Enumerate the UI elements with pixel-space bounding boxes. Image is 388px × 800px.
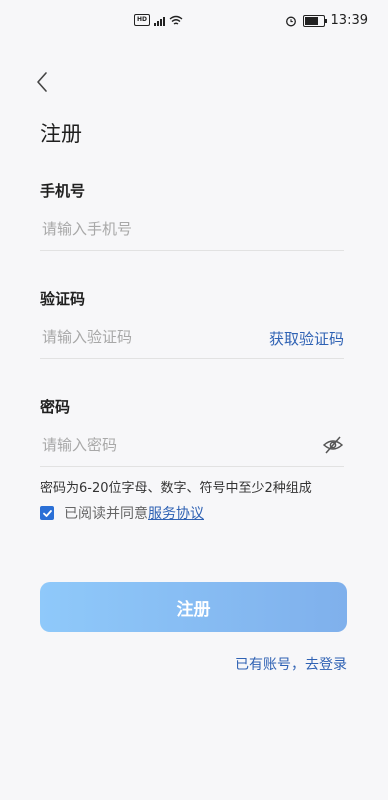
page-title: 注册	[40, 122, 82, 146]
register-button[interactable]: 注册	[40, 582, 347, 632]
service-agreement-link[interactable]: 服务协议	[148, 503, 204, 523]
password-field-row	[40, 426, 344, 467]
agreement-text: 已阅读并同意	[64, 506, 148, 522]
signal-icon	[154, 15, 165, 26]
eye-off-icon[interactable]	[322, 434, 344, 456]
phone-field-row	[40, 210, 344, 251]
hd-icon: HD	[134, 14, 150, 26]
battery-fill	[304, 16, 319, 25]
battery-icon	[302, 14, 327, 27]
password-hint: 密码为6-20位字母、数字、符号中至少2种组成	[40, 481, 312, 496]
password-label: 密码	[40, 398, 71, 416]
status-bar: HD 13:39	[0, 0, 388, 44]
go-login-link[interactable]: 已有账号，去登录	[235, 654, 347, 674]
alarm-icon	[285, 16, 296, 26]
agreement-row: 已阅读并同意 服务协议	[40, 503, 204, 523]
password-input[interactable]	[42, 426, 252, 464]
agree-checkbox[interactable]	[40, 506, 54, 520]
get-code-button[interactable]: 获取验证码	[269, 328, 344, 349]
check-icon	[42, 509, 52, 517]
code-field-row: 获取验证码	[40, 318, 344, 359]
status-right: 13:39	[285, 13, 368, 28]
code-label: 验证码	[40, 290, 86, 308]
back-icon[interactable]	[34, 70, 50, 94]
phone-input[interactable]	[42, 210, 252, 248]
network-indicators: HD	[134, 14, 183, 26]
phone-label: 手机号	[40, 182, 86, 200]
code-input[interactable]	[42, 318, 252, 356]
wifi-icon	[169, 15, 183, 25]
clock: 13:39	[330, 13, 368, 28]
